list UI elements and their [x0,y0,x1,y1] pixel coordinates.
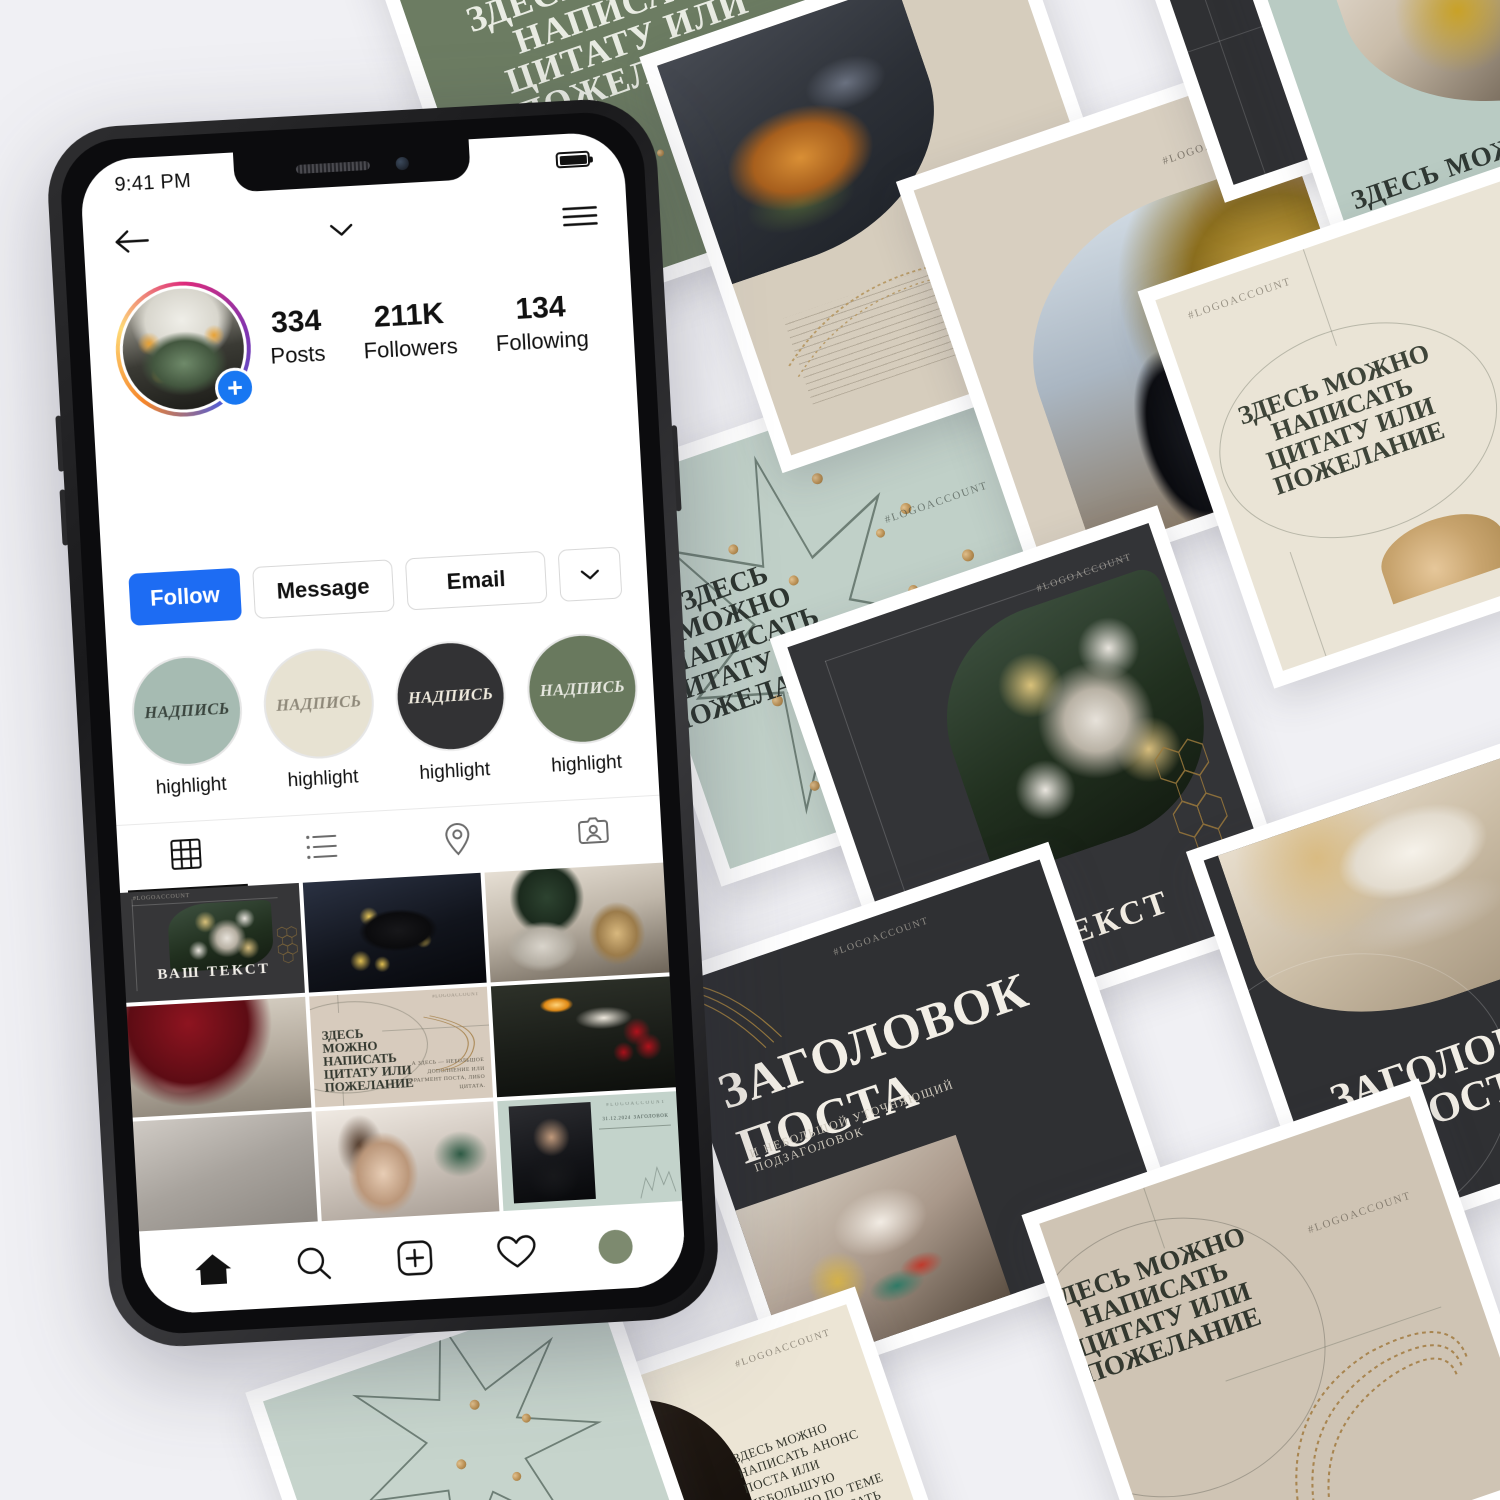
phone-screen: 9:41 PM + 334 Posts 211K Followers 134 F… [79,130,687,1316]
grid-post[interactable] [491,976,676,1097]
phone-bezel: 9:41 PM + 334 Posts 211K Followers 134 F… [58,109,708,1337]
tab-grid[interactable] [116,818,256,893]
card-hashtag: #LOGOACCOUNT [831,915,931,959]
post-hashtag: #LOGOACCOUNT [432,991,479,1000]
location-pin-icon [441,820,475,863]
post-hashtag: #LOGOACCOUNT [132,893,191,903]
post-meta-left: 31.12.2024 [602,1115,632,1123]
stat-label: Followers [362,333,459,364]
hamburger-menu-icon[interactable] [560,201,600,231]
tagged-user-icon [575,814,611,853]
stat-value: 134 [514,290,567,326]
chevron-down-icon[interactable] [326,219,357,241]
stat-value: 334 [270,303,323,340]
message-button[interactable]: Message [251,559,395,620]
profile-stats: 334 Posts 211K Followers 134 Following [247,258,609,371]
highlight-label: highlight [155,773,228,799]
grid-post[interactable] [132,1111,318,1232]
list-icon [304,830,340,867]
highlight-cover[interactable]: НАДПИСЬ [392,638,509,755]
avatar[interactable]: + [112,277,257,421]
email-button[interactable]: Email [404,550,548,611]
card-hashtag: #LOGOACCOUNT [1306,1189,1413,1237]
stat-label: Posts [269,340,327,369]
post-meta-right: ЗАГОЛОВОК [633,1113,669,1121]
stat-value: 211K [372,296,445,334]
back-arrow-icon[interactable] [111,225,153,257]
status-clock: 9:41 PM [113,169,192,196]
stat-following[interactable]: 134 Following [493,289,589,357]
grid-post[interactable] [484,862,670,983]
post-footnote: А ЗДЕСЬ — НЕБОЛЬШОЕ ДОПОЛНЕНИЕ ИЛИ ФРАГМ… [408,1057,486,1090]
profile-action-buttons: Follow Message Email [102,540,649,632]
search-icon[interactable] [293,1244,335,1284]
phone-frame: 9:41 PM + 334 Posts 211K Followers 134 F… [44,95,722,1351]
grid-post[interactable]: #LOGOACCOUNT ЗДЕСЬ МОЖНО НАПИСАТЬ ЦИТАТУ… [308,986,494,1108]
highlight-label: highlight [287,766,359,792]
highlight-cover[interactable]: НАДПИСЬ [656,623,687,740]
card-hashtag: #LOGOACCOUNT [733,1326,833,1370]
profile-header-row: + 334 Posts 211K Followers 134 Following [86,257,637,427]
posts-grid: #LOGOACCOUNT ВАШ ТЕКСТ #LOGOACCOUNT ЗДЕС… [120,862,683,1232]
tab-tagged[interactable] [524,796,664,871]
grid-post[interactable] [302,872,487,993]
highlight-item[interactable]: НАДПИСЬ highlight [260,645,379,794]
grid-post[interactable] [315,1101,500,1222]
profile-avatar-icon[interactable] [597,1228,634,1265]
follow-button[interactable]: Follow [128,567,242,626]
stat-label: Following [495,325,590,357]
phone-mockup: 9:41 PM + 334 Posts 211K Followers 134 F… [44,95,722,1351]
stat-posts[interactable]: 334 Posts [268,304,326,370]
tab-places[interactable] [388,803,528,878]
grid-post[interactable] [126,997,311,1118]
tab-list[interactable] [252,811,392,886]
background-card-text: ЗДЕСЬ МОЖНО НАПИСАТЬ АНОНС ПОСТА ИЛИ НЕБ… [731,1419,885,1500]
plus-square-icon[interactable] [394,1237,436,1279]
post-hashtag: #LOGOACCOUNT [606,1100,667,1109]
card-hashtag: #LOGOACCOUNT [1186,274,1293,322]
story-highlights-row: НАДПИСЬ highlight НАДПИСЬ highlight НАДП… [107,623,687,810]
grid-icon [168,836,204,877]
battery-full-icon [555,150,591,169]
stat-followers[interactable]: 211K Followers [361,296,459,364]
highlight-item[interactable]: НАДПИСЬ highlight [129,652,247,801]
highlight-item[interactable]: НАДПИСЬ highlight [524,630,642,779]
highlight-item[interactable]: НАДПИСЬ highlight [656,623,687,771]
highlight-cover[interactable]: НАДПИСЬ [524,630,641,747]
post-caption: ВАШ ТЕКСТ [157,960,271,983]
grid-post[interactable]: #LOGOACCOUNT 31.12.2024 ЗАГОЛОВОК [497,1090,683,1212]
more-options-button[interactable] [557,546,623,602]
highlight-label: highlight [550,751,623,777]
highlight-label: highlight [418,759,491,785]
front-camera-icon [394,156,409,170]
heart-icon[interactable] [495,1232,539,1272]
home-icon[interactable] [193,1250,235,1288]
grid-post[interactable]: #LOGOACCOUNT ВАШ ТЕКСТ [120,882,305,1004]
post-inner-photo [508,1102,597,1204]
earpiece-speaker-icon [295,160,370,174]
highlight-cover[interactable]: НАДПИСЬ [260,645,377,762]
highlight-cover[interactable]: НАДПИСЬ [129,652,246,769]
highlight-item[interactable]: НАДПИСЬ highlight [392,638,511,786]
highlight-label: highlight [682,744,687,770]
